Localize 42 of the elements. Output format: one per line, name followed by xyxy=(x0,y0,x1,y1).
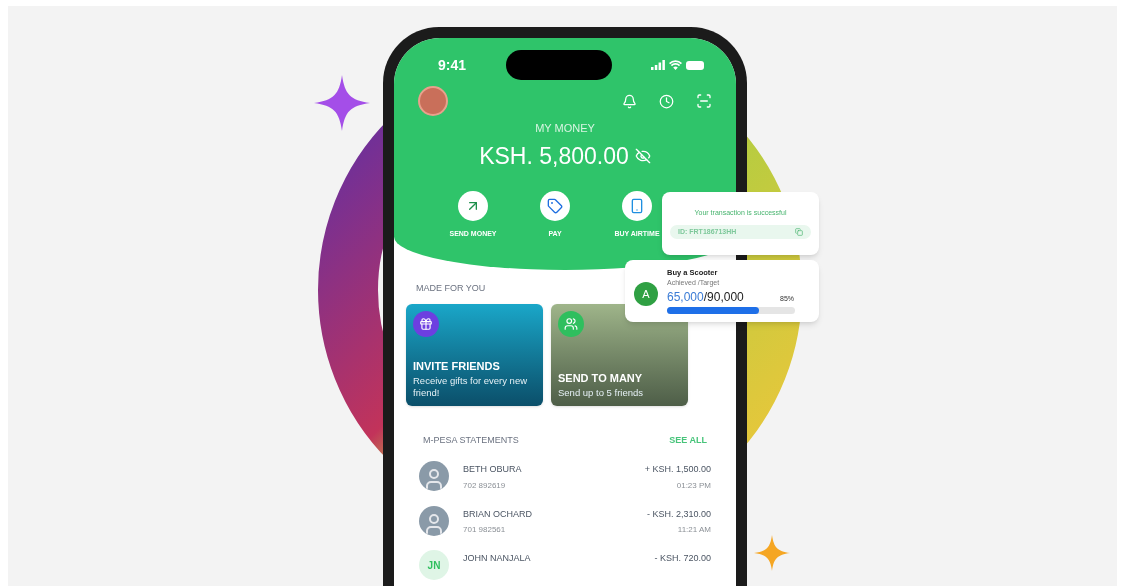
see-all-link[interactable]: SEE ALL xyxy=(669,433,707,447)
section-title: MADE FOR YOU xyxy=(416,282,486,295)
avatar-photo xyxy=(419,461,449,491)
promo-card[interactable]: SEND TO MANY Send up to 5 friends xyxy=(551,303,688,406)
status-time: 9:41 xyxy=(438,55,467,75)
copy-icon[interactable] xyxy=(795,228,803,237)
avatar-initials: JN xyxy=(419,550,449,580)
scan-icon[interactable] xyxy=(696,93,712,109)
phone-icon xyxy=(629,198,645,214)
section-title: M-PESA STATEMENTS xyxy=(423,433,519,447)
contact-name: JOHN NANJALA xyxy=(463,552,532,565)
card-title: SEND TO MANY xyxy=(558,371,644,386)
card-subtitle: Send up to 5 friends xyxy=(558,386,645,399)
promo-card[interactable]: INVITE FRIENDS Receive gifts for every new friend! xyxy=(406,303,543,406)
contact-phone: 701 982561 xyxy=(463,524,507,536)
goal-amount: 65,000/90,000 xyxy=(667,290,744,305)
contact-phone: 702 892619 xyxy=(463,479,507,492)
signal-icon xyxy=(651,60,665,70)
users-icon xyxy=(564,316,578,331)
transaction-amount: - KSH. 2,310.00 xyxy=(646,507,711,521)
tag-icon xyxy=(547,198,563,214)
sparkle-icon xyxy=(314,75,370,131)
avatar-photo xyxy=(419,505,449,536)
balance-label: MY MONEY xyxy=(535,121,595,136)
sparkle-icon xyxy=(754,535,790,571)
transaction-time: 11:21 AM xyxy=(677,524,711,536)
goal-avatar: A xyxy=(634,282,658,306)
battery-icon xyxy=(686,60,704,70)
notification-icon[interactable] xyxy=(622,93,637,109)
clock-icon[interactable] xyxy=(659,93,674,109)
balance-amount: KSH. 5,800.00 xyxy=(479,141,629,171)
contact-name: BETH OBURA xyxy=(463,463,523,476)
transaction-time: 01:23 PM xyxy=(676,479,711,492)
transaction-amount: + KSH. 1,500.00 xyxy=(644,463,711,476)
eye-off-icon[interactable] xyxy=(634,147,651,164)
card-subtitle: Receive gifts for every new friend! xyxy=(413,374,529,399)
gift-icon xyxy=(419,316,433,331)
wifi-icon xyxy=(669,60,682,70)
card-title: INVITE FRIENDS xyxy=(413,359,501,374)
transaction-amount: - KSH. 720.00 xyxy=(654,552,711,565)
contact-name: BRIAN OCHARD xyxy=(463,507,533,521)
profile-avatar[interactable] xyxy=(418,86,448,116)
